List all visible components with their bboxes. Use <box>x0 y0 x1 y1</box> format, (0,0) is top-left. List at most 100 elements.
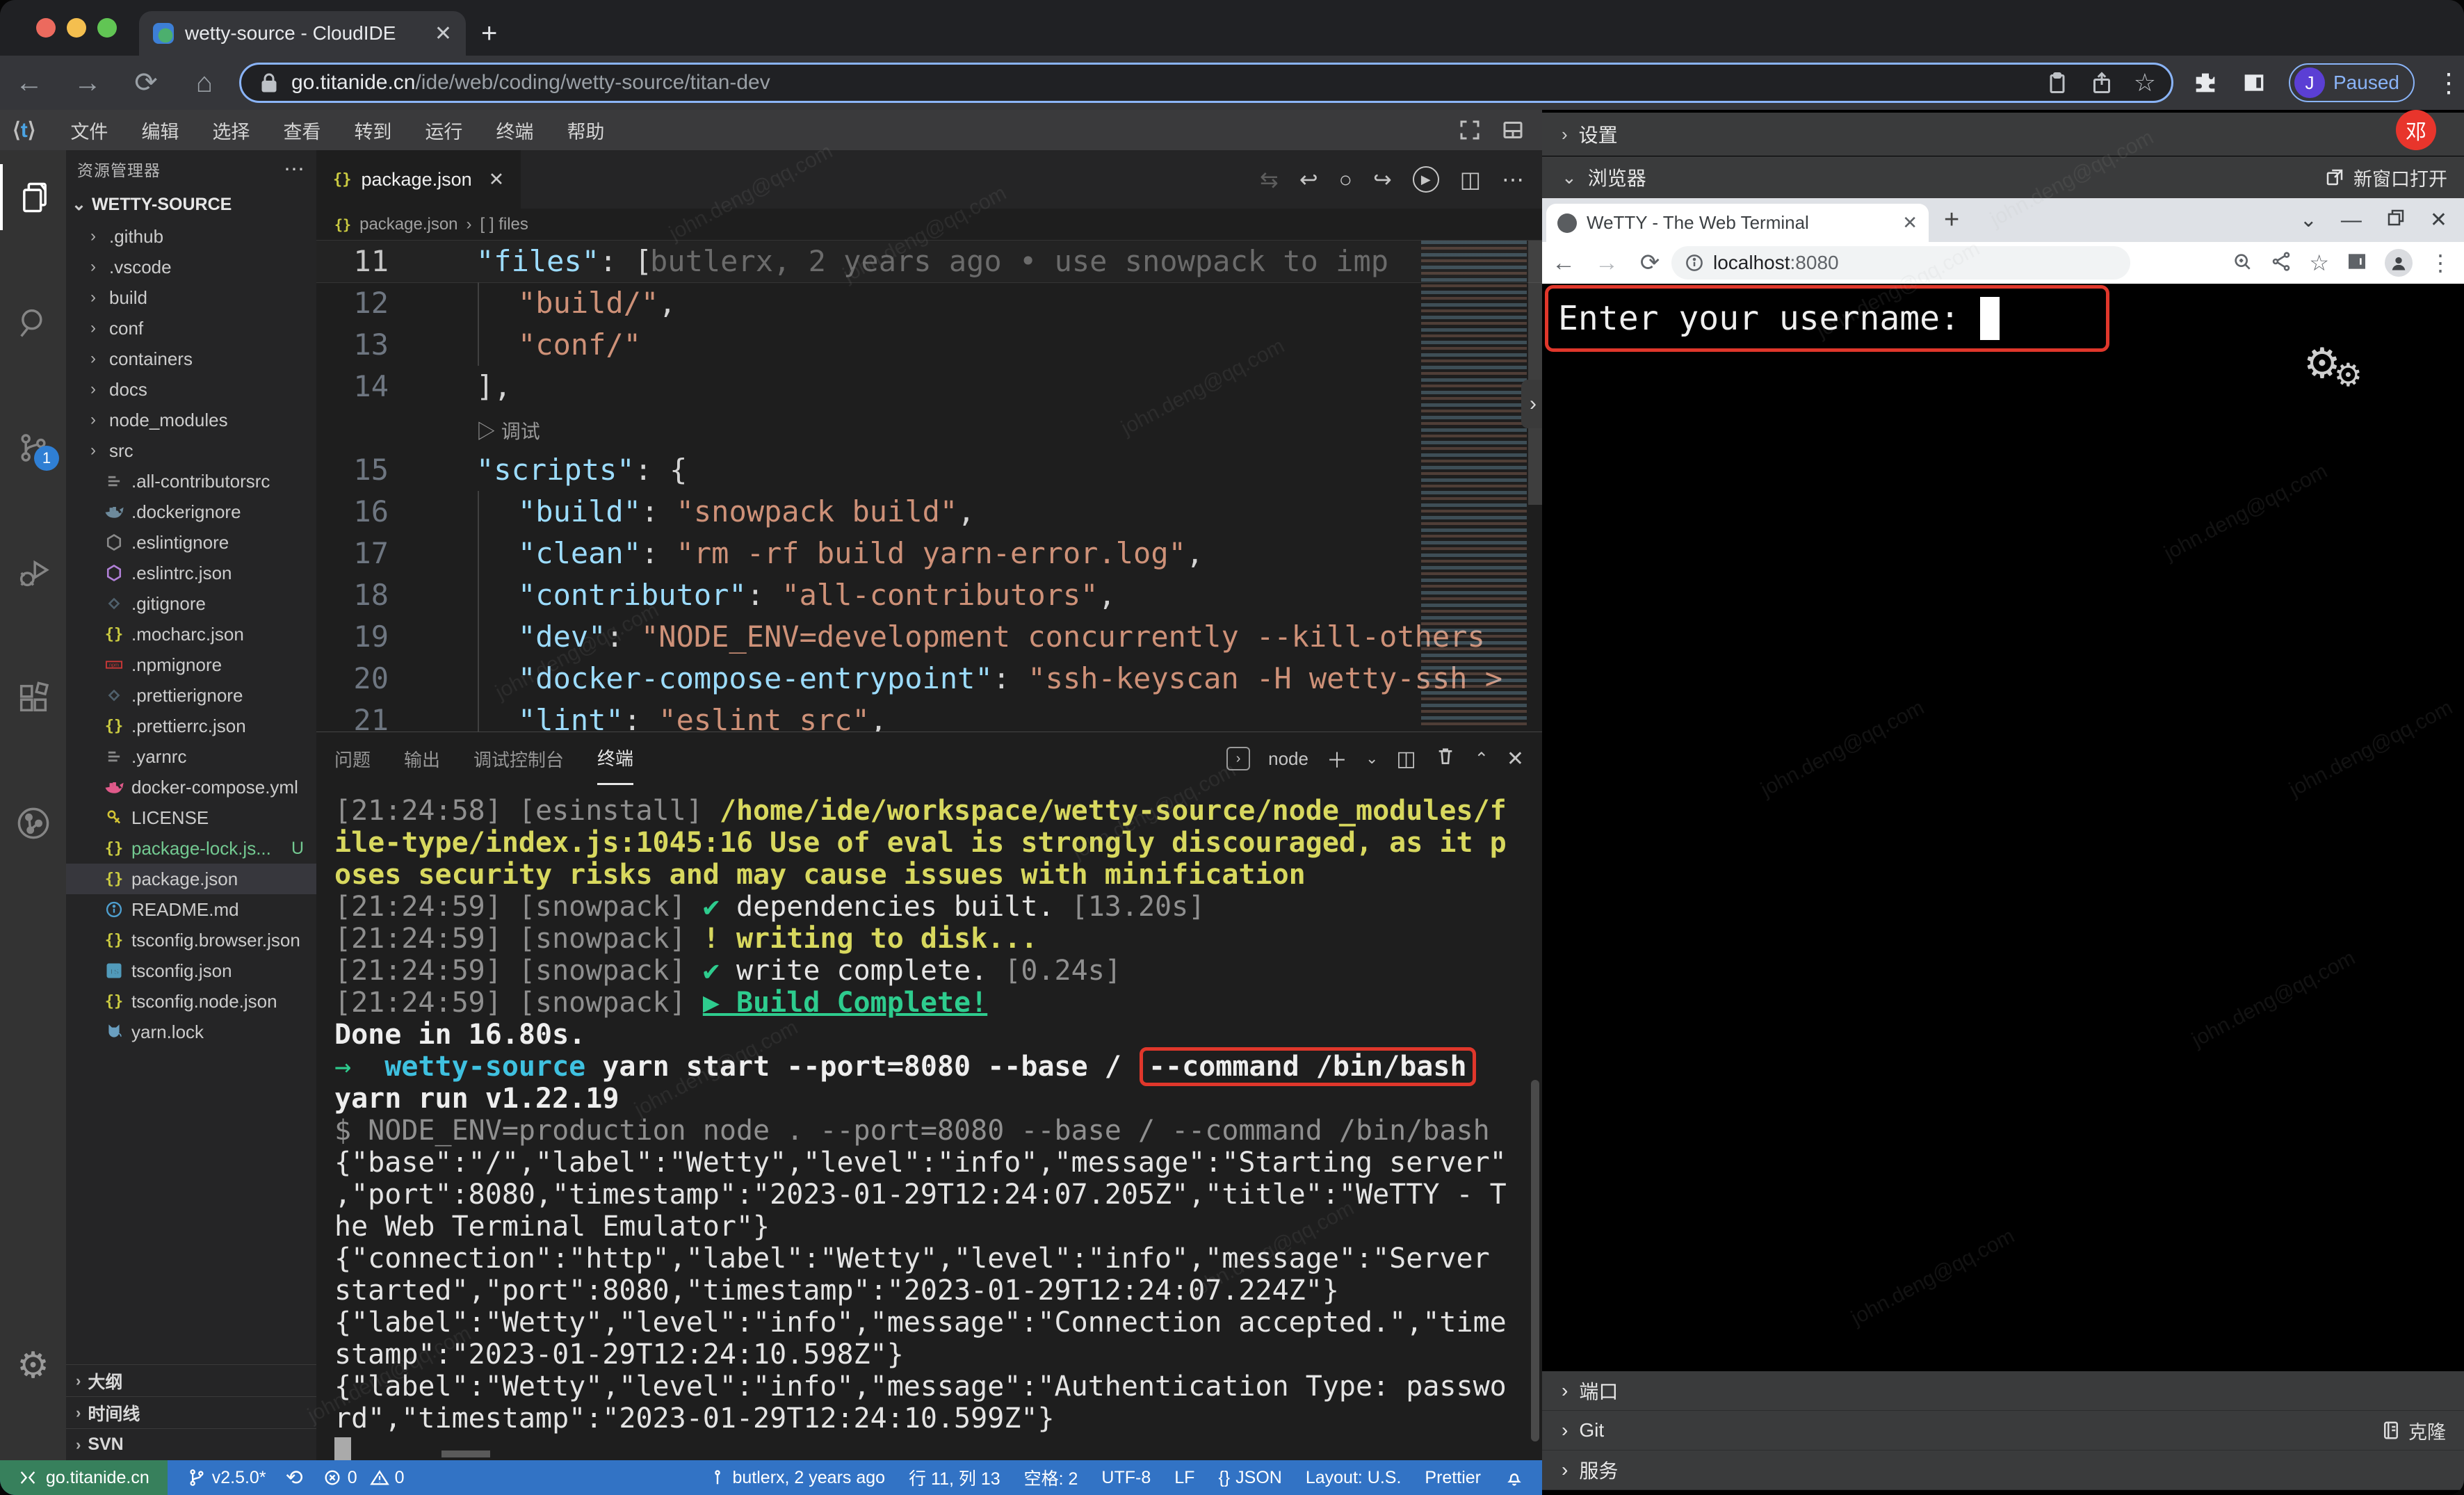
restore-icon[interactable] <box>2385 207 2406 234</box>
embedded-close-icon[interactable]: ✕ <box>2430 208 2447 232</box>
wetty-settings-gears-icon[interactable]: ⚙⚙ <box>2303 339 2369 388</box>
code-line[interactable]: 13"conf/" <box>316 324 1542 366</box>
traffic-minimize-button[interactable] <box>67 18 86 38</box>
section-browser[interactable]: ⌄浏览器 新窗口打开 <box>1542 156 2464 198</box>
prev-change-icon[interactable]: ↩ <box>1299 166 1318 193</box>
section-services[interactable]: ›服务 <box>1542 1450 2464 1490</box>
code-line[interactable]: 19"dev": "NODE_ENV=development concurren… <box>316 616 1542 658</box>
browser-tab[interactable]: wetty-source - CloudIDE ✕ <box>139 11 466 56</box>
code-line[interactable]: 14], <box>316 366 1542 407</box>
share-nodes-icon[interactable] <box>2270 250 2292 276</box>
code-line[interactable]: 18"contributor": "all-contributors", <box>316 574 1542 616</box>
panel-tab-终端[interactable]: 终端 <box>597 732 633 785</box>
tree-file[interactable]: README.md <box>66 894 316 925</box>
sidebar-section-时间线[interactable]: ›时间线 <box>66 1396 316 1428</box>
tree-file[interactable]: {}.prettierrc.json <box>66 711 316 741</box>
code-line[interactable]: 16"build": "snowpack build", <box>316 491 1542 533</box>
explorer-more-icon[interactable]: ⋯ <box>284 157 305 181</box>
next-change-icon[interactable]: ↪ <box>1373 166 1392 193</box>
kill-terminal-icon[interactable] <box>1434 745 1457 773</box>
run-debug-icon[interactable] <box>0 540 66 606</box>
sidebar-section-SVN[interactable]: ›SVN <box>66 1428 316 1460</box>
menu-帮助[interactable]: 帮助 <box>550 122 621 143</box>
menu-查看[interactable]: 查看 <box>266 122 337 143</box>
language-status[interactable]: {}JSON <box>1218 1468 1281 1488</box>
forward-icon[interactable]: → <box>58 67 117 99</box>
branch-status[interactable]: v2.5.0* <box>187 1468 266 1488</box>
tree-file[interactable]: npm.npmignore <box>66 649 316 680</box>
cursor-position[interactable]: 行 11, 列 13 <box>909 1465 1000 1490</box>
tree-file[interactable]: .prettierignore <box>66 680 316 711</box>
split-editor-icon[interactable]: ◫ <box>1460 166 1481 193</box>
tree-file[interactable]: .all-contributorsrc <box>66 466 316 496</box>
indentation-status[interactable]: 空格: 2 <box>1024 1465 1078 1490</box>
traffic-close-button[interactable] <box>36 18 56 38</box>
breadcrumb[interactable]: {} package.json › [ ] files <box>316 209 1542 241</box>
settings-gear-icon[interactable]: ⚙ <box>0 1332 66 1398</box>
editor-scrollbar[interactable] <box>1528 241 1542 505</box>
layout-status[interactable]: Layout: U.S. <box>1306 1468 1402 1488</box>
explorer-icon[interactable] <box>0 164 66 230</box>
menu-转到[interactable]: 转到 <box>337 122 408 143</box>
explorer-root[interactable]: ⌄WETTY-SOURCE <box>66 188 316 221</box>
section-git[interactable]: ›Git 克隆 <box>1542 1411 2464 1450</box>
tree-file[interactable]: {}package-lock.js...U <box>66 833 316 864</box>
maximize-panel-icon[interactable]: ⌃ <box>1475 749 1489 769</box>
problems-status[interactable]: 00 <box>323 1468 405 1488</box>
codetree-icon[interactable] <box>0 790 66 856</box>
tree-file[interactable]: {}.mocharc.json <box>66 619 316 649</box>
wetty-terminal[interactable]: Enter your username: ⚙⚙ <box>1542 284 2464 1370</box>
split-terminal-icon[interactable]: ◫ <box>1396 747 1416 771</box>
sync-icon[interactable]: ⟲ <box>286 1466 303 1490</box>
panel-tab-输出[interactable]: 输出 <box>404 732 440 785</box>
code-line[interactable]: 20"docker-compose-entrypoint": "ssh-keys… <box>316 658 1542 700</box>
menu-文件[interactable]: 文件 <box>54 122 124 143</box>
compare-changes-icon[interactable]: ⇆ <box>1260 166 1279 193</box>
new-tab-button[interactable]: + <box>481 21 497 46</box>
fullscreen-icon[interactable] <box>1457 118 1482 143</box>
tree-file[interactable]: docker-compose.yml <box>66 772 316 802</box>
tree-folder[interactable]: ›containers <box>66 344 316 374</box>
profile-button[interactable]: J Paused <box>2289 63 2415 102</box>
tree-file[interactable]: yarn.lock <box>66 1017 316 1047</box>
editor-tab-package-json[interactable]: {} package.json ✕ <box>316 150 521 209</box>
tree-folder[interactable]: ›conf <box>66 313 316 344</box>
embedded-avatar[interactable] <box>2385 249 2413 277</box>
sidebar-section-大纲[interactable]: ›大纲 <box>66 1364 316 1396</box>
wetty-tab-close-icon[interactable]: ✕ <box>1902 212 1918 234</box>
traffic-zoom-button[interactable] <box>97 18 117 38</box>
minimap[interactable] <box>1421 241 1527 727</box>
tab-close-icon[interactable]: ✕ <box>435 22 452 46</box>
menu-选择[interactable]: 选择 <box>195 122 266 143</box>
tree-file[interactable]: .eslintignore <box>66 527 316 558</box>
tree-file[interactable]: {}package.json <box>66 864 316 894</box>
tree-file[interactable]: TStsconfig.json <box>66 955 316 986</box>
user-badge[interactable]: 邓 <box>2396 110 2436 150</box>
address-bar[interactable]: go.titanide.cn/ide/web/coding/wetty-sour… <box>239 63 2173 103</box>
layout-icon[interactable] <box>1500 118 1525 143</box>
embedded-reload-icon[interactable]: ⟳ <box>1628 249 1671 277</box>
section-settings[interactable]: ›设置 <box>1542 113 2464 156</box>
tree-file[interactable]: LICENSE <box>66 802 316 833</box>
search-icon[interactable] <box>0 289 66 355</box>
blame-status[interactable]: butlerx, 2 years ago <box>708 1468 886 1488</box>
side-panel-icon[interactable] <box>2240 69 2268 97</box>
code-line[interactable]: 12"build/", <box>316 282 1542 324</box>
tree-folder[interactable]: ›.vscode <box>66 252 316 282</box>
chrome-menu-icon[interactable]: ⋮ <box>2435 67 2462 99</box>
embedded-menu-icon[interactable]: ⋮ <box>2429 250 2451 276</box>
share-icon[interactable] <box>2089 70 2114 95</box>
tree-folder[interactable]: ›.github <box>66 221 316 252</box>
code-line[interactable]: 17"clean": "rm -rf build yarn-error.log"… <box>316 533 1542 574</box>
tree-file[interactable]: .eslintrc.json <box>66 558 316 588</box>
embedded-side-panel-icon[interactable] <box>2346 250 2368 276</box>
terminal[interactable]: [21:24:58] [esinstall] /home/ide/workspa… <box>316 785 1542 1466</box>
tree-folder[interactable]: ›docs <box>66 374 316 405</box>
section-ports[interactable]: ›端口 <box>1542 1371 2464 1411</box>
code-line[interactable]: 11"files": [butlerx, 2 years ago • use s… <box>316 241 1542 282</box>
embedded-star-icon[interactable]: ☆ <box>2309 250 2329 276</box>
editor-more-actions-icon[interactable]: ⋯ <box>1502 166 1524 193</box>
tree-file[interactable]: .dockerignore <box>66 496 316 527</box>
embedded-new-tab-icon[interactable]: + <box>1944 205 1959 235</box>
run-script-icon[interactable]: ▶ <box>1413 166 1439 193</box>
